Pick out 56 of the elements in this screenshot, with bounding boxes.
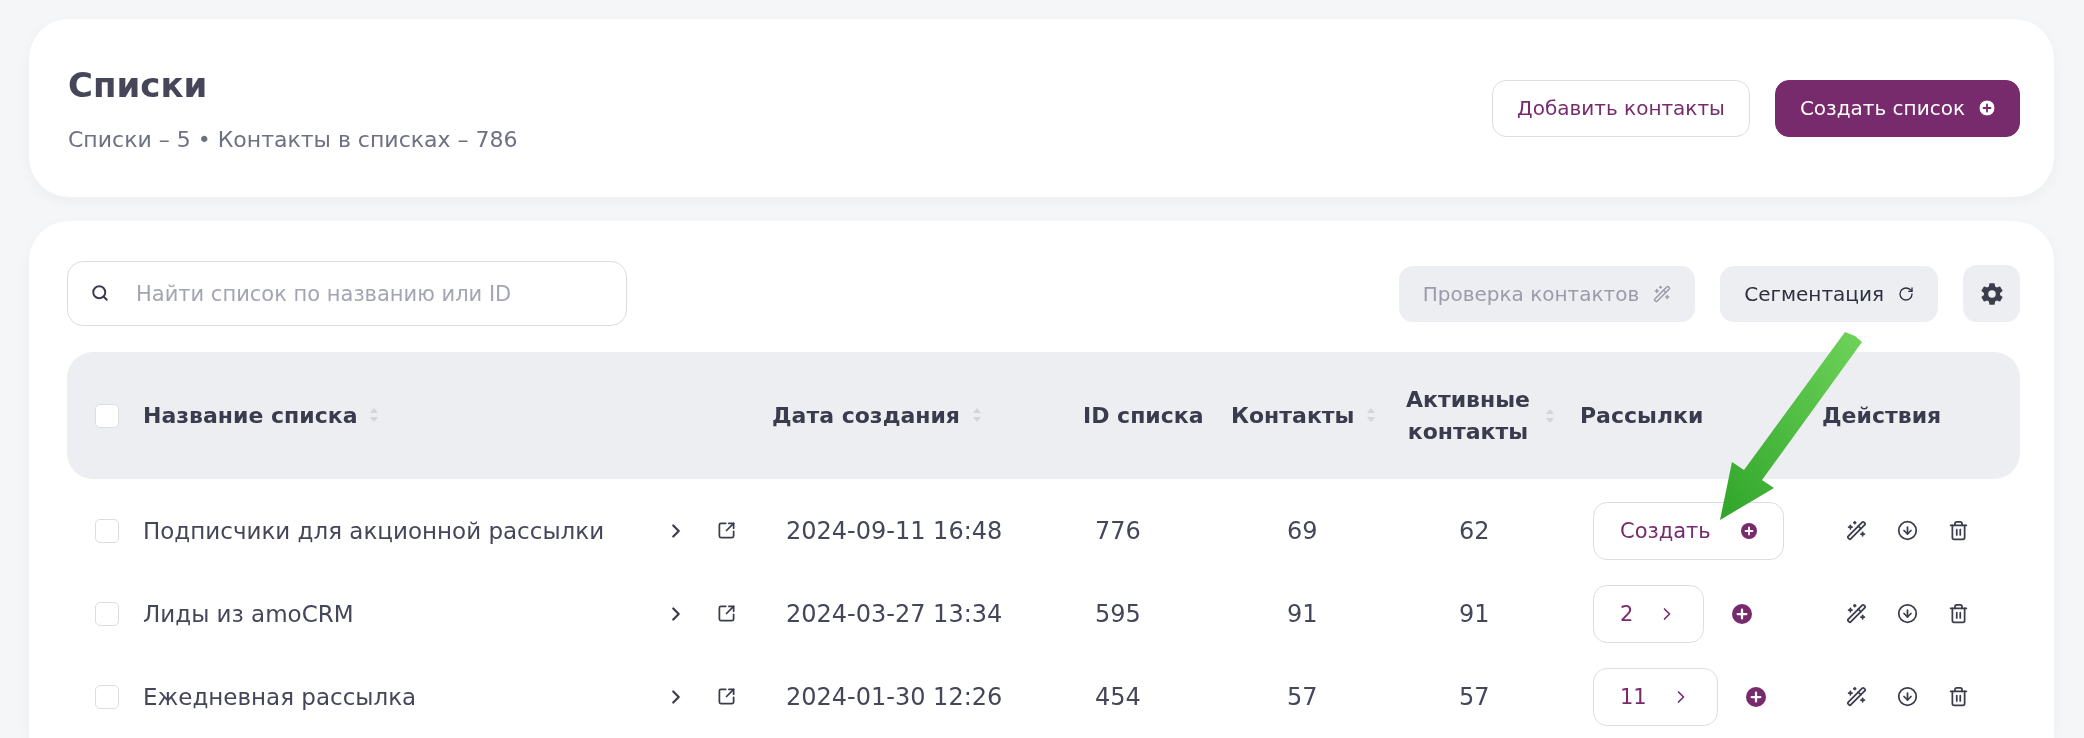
external-link-icon[interactable] <box>717 604 736 623</box>
active-contacts-count: 57 <box>1458 682 1491 711</box>
list-name: Ежедневная рассылка <box>143 683 418 710</box>
list-id: 454 <box>1094 682 1142 711</box>
lists-summary: Списки – 5 • Контакты в списках – 786 <box>68 126 518 152</box>
column-header: Название списка <box>143 401 358 430</box>
column-header: ID списка <box>1083 401 1204 430</box>
plus-icon <box>1979 100 1995 116</box>
magic-wand-icon <box>1653 284 1672 303</box>
list-id: 776 <box>1094 516 1142 545</box>
segmentation-button[interactable]: Сегментация <box>1720 265 1938 322</box>
magic-wand-icon[interactable] <box>1846 603 1867 624</box>
trash-icon[interactable] <box>1948 603 1969 624</box>
create-mailing-button[interactable]: Создать <box>1593 501 1784 560</box>
download-icon[interactable] <box>1897 686 1918 707</box>
magic-wand-icon[interactable] <box>1846 520 1867 541</box>
column-header: Действия <box>1822 401 1942 430</box>
mailings-count-button[interactable]: 11 <box>1593 667 1718 726</box>
external-link-icon[interactable] <box>717 687 736 706</box>
mailings-count-button[interactable]: 2 <box>1593 584 1705 643</box>
column-header: Дата создания <box>772 401 960 430</box>
search-icon <box>91 284 109 302</box>
column-header: Рассылки <box>1580 401 1704 430</box>
list-name: Лиды из amoCRM <box>143 600 355 627</box>
external-link-icon[interactable] <box>717 521 736 540</box>
plus-icon <box>1740 522 1757 539</box>
contacts-count: 69 <box>1286 516 1319 545</box>
row-checkbox[interactable] <box>95 684 119 709</box>
trash-icon[interactable] <box>1948 686 1969 707</box>
column-header: Активные контакты <box>1404 385 1532 446</box>
add-mailing-icon[interactable] <box>1732 603 1753 624</box>
list-name: Подписчики для акционной рассылки <box>143 517 606 544</box>
column-header: Контакты <box>1231 401 1355 430</box>
select-all-checkbox[interactable] <box>95 403 119 428</box>
download-icon[interactable] <box>1897 520 1918 541</box>
add-mailing-icon[interactable] <box>1745 686 1766 707</box>
gear-icon <box>1979 281 2004 306</box>
creation-date: 2024-03-27 13:34 <box>785 599 1004 628</box>
creation-date: 2024-09-11 16:48 <box>785 516 1004 545</box>
active-contacts-count: 91 <box>1458 599 1491 628</box>
magic-wand-icon[interactable] <box>1846 686 1867 707</box>
row-checkbox[interactable] <box>95 518 119 543</box>
add-contacts-button[interactable]: Добавить контакты <box>1492 79 1750 137</box>
refresh-icon <box>1898 285 1914 302</box>
page-title: Списки <box>68 64 209 105</box>
settings-button[interactable] <box>1963 265 2020 322</box>
active-contacts-count: 62 <box>1458 516 1491 545</box>
contacts-count: 91 <box>1286 599 1319 628</box>
creation-date: 2024-01-30 12:26 <box>785 682 1004 711</box>
download-icon[interactable] <box>1897 603 1918 624</box>
row-checkbox[interactable] <box>95 601 119 626</box>
create-list-button[interactable]: Создать список <box>1774 79 2020 137</box>
list-id: 595 <box>1094 599 1142 628</box>
contacts-count: 57 <box>1286 682 1319 711</box>
trash-icon[interactable] <box>1948 520 1969 541</box>
search-field[interactable]: Найти список по названию или ID <box>67 261 627 326</box>
